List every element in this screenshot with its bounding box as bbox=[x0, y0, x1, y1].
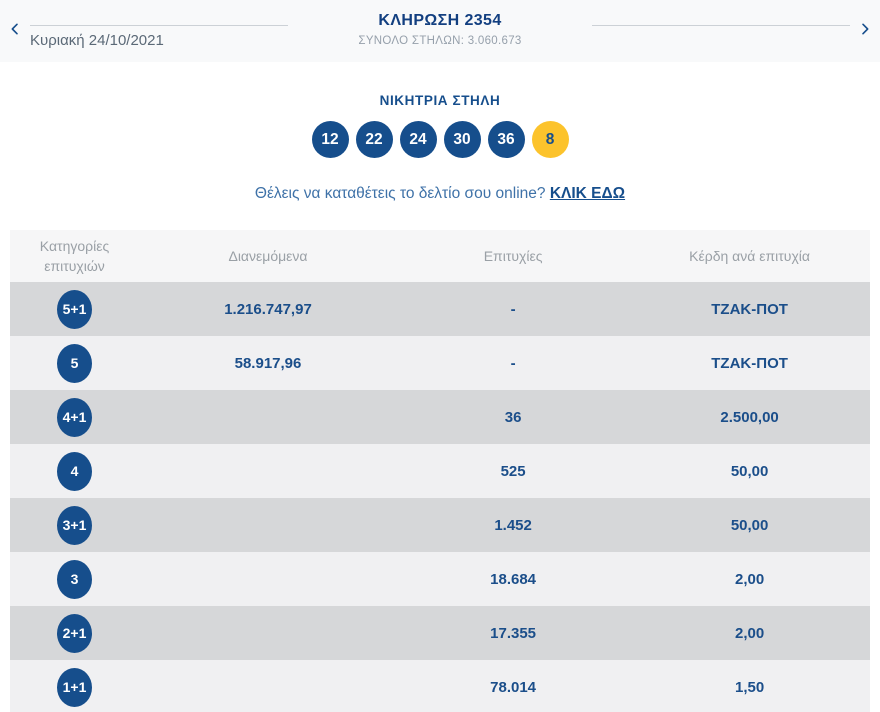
table-row: 2+1 17.355 2,00 bbox=[10, 606, 870, 660]
chevron-right-icon bbox=[857, 21, 873, 40]
prize-value: 50,00 bbox=[730, 462, 769, 480]
category-badge: 2+1 bbox=[57, 613, 92, 653]
prize-value: 2.500,00 bbox=[720, 408, 779, 426]
table-row: 4+1 36 2.500,00 bbox=[10, 390, 870, 444]
winners-value: 1.452 bbox=[494, 516, 532, 534]
bonus-number-ball: 8 bbox=[531, 121, 569, 158]
prize-value: 2,00 bbox=[734, 624, 765, 642]
draw-total-columns: ΣΥΝΟΛΟ ΣΤΗΛΩΝ: 3.060.673 bbox=[358, 35, 522, 47]
table-row: 5+1 1.216.747,97 - ΤΖΑΚ-ΠΟΤ bbox=[10, 282, 870, 336]
category-badge: 4 bbox=[57, 451, 92, 491]
table-row: 5 58.917,96 - ΤΖΑΚ-ΠΟΤ bbox=[10, 336, 870, 390]
table-row: 4 525 50,00 bbox=[10, 444, 870, 498]
next-draw-button[interactable] bbox=[852, 17, 878, 43]
category-badge: 3+1 bbox=[57, 505, 92, 545]
divider-line bbox=[592, 25, 850, 26]
winners-value: 36 bbox=[504, 408, 522, 426]
column-header-distributed: Διανεμόμενα bbox=[228, 247, 308, 264]
number-ball: 24 bbox=[399, 121, 437, 158]
winners-value: 17.355 bbox=[490, 624, 537, 642]
winners-value: 18.684 bbox=[490, 570, 537, 588]
winners-value: 78.014 bbox=[490, 678, 537, 696]
winning-column-title: ΝΙΚΗΤΡΙΑ ΣΤΗΛΗ bbox=[379, 93, 501, 108]
prize-value: 2,00 bbox=[734, 570, 765, 588]
click-here-link[interactable]: ΚΛΙΚ ΕΔΩ bbox=[550, 185, 625, 202]
column-header-categories: Κατηγορίες επιτυχιών bbox=[39, 237, 110, 274]
table-row: 3+1 1.452 50,00 bbox=[10, 498, 870, 552]
category-badge: 1+1 bbox=[57, 667, 92, 707]
prize-value: 1,50 bbox=[734, 678, 765, 696]
winning-numbers: 12 22 24 30 36 8 bbox=[0, 121, 880, 158]
winning-column-section: ΝΙΚΗΤΡΙΑ ΣΤΗΛΗ 12 22 24 30 36 8 bbox=[0, 93, 880, 158]
category-badge: 5 bbox=[57, 343, 92, 383]
category-badge: 5+1 bbox=[57, 289, 92, 329]
winners-value: - bbox=[510, 300, 516, 318]
distributed-value: 1.216.747,97 bbox=[224, 300, 312, 318]
results-table: Κατηγορίες επιτυχιών Διανεμόμενα Επιτυχί… bbox=[10, 230, 870, 712]
category-badge: 4+1 bbox=[57, 397, 92, 437]
column-header-prize: Κέρδη ανά επιτυχία bbox=[689, 247, 810, 264]
prize-value: 50,00 bbox=[730, 516, 769, 534]
winners-value: - bbox=[510, 354, 516, 372]
prize-value: ΤΖΑΚ-ΠΟΤ bbox=[711, 300, 788, 318]
draw-title: ΚΛΗΡΩΣΗ 2354 bbox=[378, 12, 502, 29]
online-question: Θέλεις να καταθέτεις το δελτίο σου onlin… bbox=[254, 185, 550, 202]
winners-value: 525 bbox=[500, 462, 526, 480]
distributed-value: 58.917,96 bbox=[234, 354, 302, 372]
number-ball: 30 bbox=[443, 121, 481, 158]
number-ball: 12 bbox=[311, 121, 349, 158]
results-table-header: Κατηγορίες επιτυχιών Διανεμόμενα Επιτυχί… bbox=[10, 230, 870, 282]
column-header-winners: Επιτυχίες bbox=[483, 247, 543, 264]
number-ball: 36 bbox=[487, 121, 525, 158]
draw-navigation-bar: Κυριακή 24/10/2021 ΚΛΗΡΩΣΗ 2354 ΣΥΝΟΛΟ Σ… bbox=[0, 0, 880, 62]
table-row: 3 18.684 2,00 bbox=[10, 552, 870, 606]
category-badge: 3 bbox=[57, 559, 92, 599]
prize-value: ΤΖΑΚ-ΠΟΤ bbox=[711, 354, 788, 372]
online-cta: Θέλεις να καταθέτεις το δελτίο σου onlin… bbox=[0, 185, 880, 203]
draw-header: ΚΛΗΡΩΣΗ 2354 ΣΥΝΟΛΟ ΣΤΗΛΩΝ: 3.060.673 bbox=[0, 12, 880, 47]
number-ball: 22 bbox=[355, 121, 393, 158]
table-row: 1+1 78.014 1,50 bbox=[10, 660, 870, 712]
